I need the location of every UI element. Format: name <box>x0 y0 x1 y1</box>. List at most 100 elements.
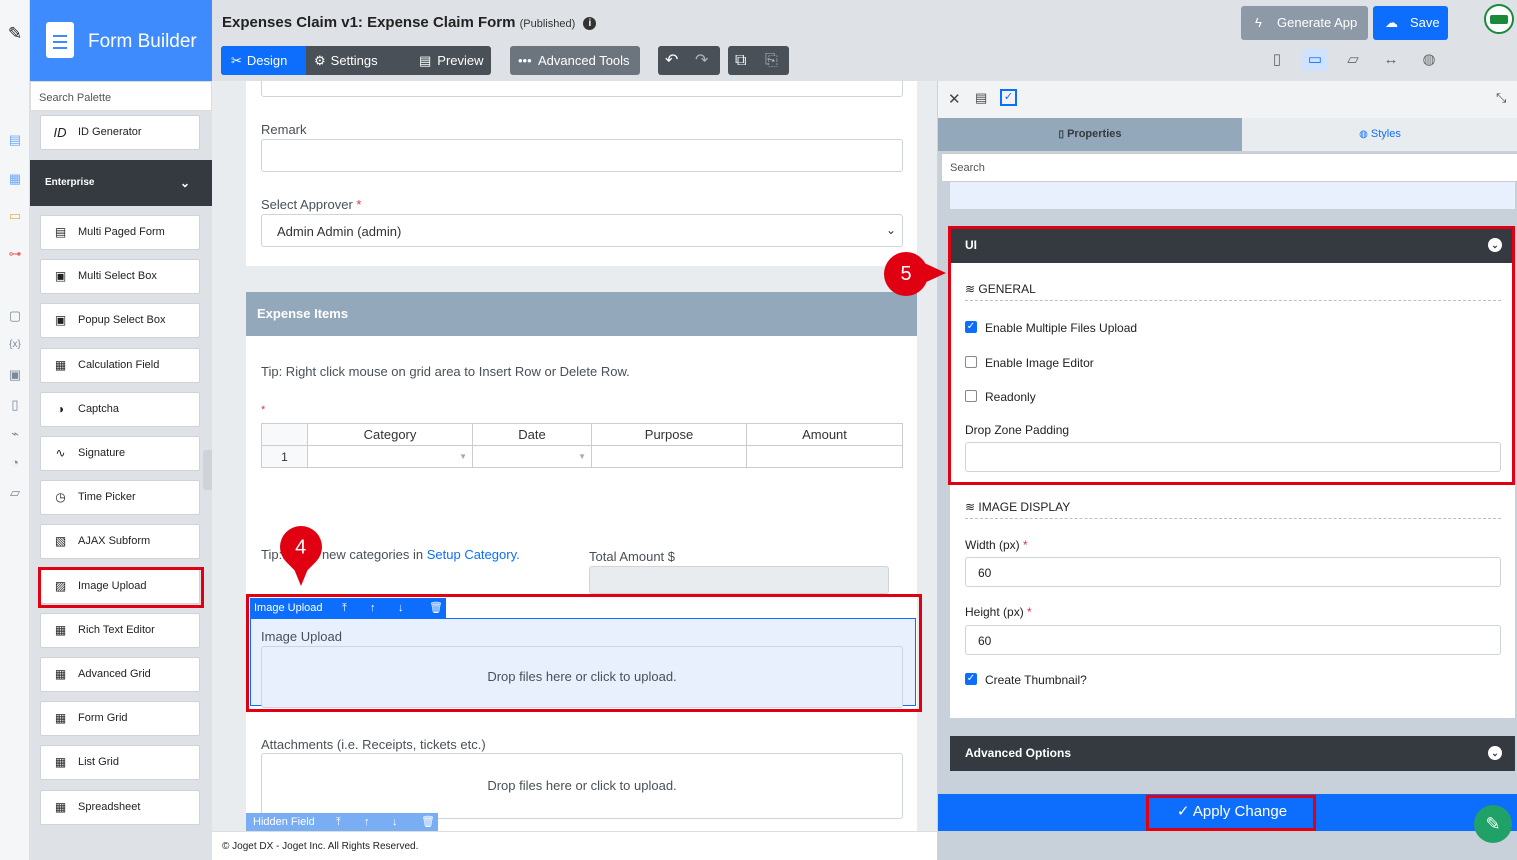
palette-item-list-grid[interactable]: ▦ List Grid <box>40 745 200 781</box>
captcha-icon: ◑ <box>56 401 65 416</box>
expense-grid[interactable]: Category Date Purpose Amount 1 ▼ ▼ <box>261 423 903 468</box>
total-amount-label: Total Amount $ <box>589 549 675 564</box>
popup-select-box-icon: ▣ <box>54 313 67 328</box>
clipboard-buttons: ⧉ ⎘ <box>728 46 789 75</box>
palette-item-popup-select-box[interactable]: ▣ Popup Select Box <box>40 303 200 339</box>
edit-icon[interactable]: ✎ <box>7 25 23 42</box>
palette-item-signature[interactable]: ∿ Signature <box>40 436 200 471</box>
advanced-tools-button[interactable]: ••• Advanced Tools <box>510 46 640 75</box>
category-enterprise[interactable]: Enterprise ⌄ <box>30 160 212 206</box>
grid-cell-date[interactable]: ▼ <box>472 445 592 468</box>
move-down-icon[interactable]: ↓ <box>392 813 398 831</box>
form-title-text: Expenses Claim v1: Expense Claim Form <box>222 14 516 31</box>
userview-icon[interactable]: ▭ <box>7 209 23 223</box>
compress-icon[interactable]: ⤡ <box>1496 90 1506 106</box>
palette-item-label: Multi Select Box <box>78 270 157 283</box>
palette-item-advanced-grid[interactable]: ▦ Advanced Grid <box>40 657 200 692</box>
document-icon[interactable]: ▯ <box>7 398 23 412</box>
tab-design[interactable]: ✂ Design <box>221 46 306 75</box>
process-icon[interactable]: ⊶ <box>7 247 23 261</box>
palette-item-label: Signature <box>78 447 126 459</box>
avatar[interactable] <box>1484 4 1514 34</box>
rich-text-editor-icon: ▦ <box>54 622 67 637</box>
mobile-icon[interactable]: ▯ <box>1264 49 1290 71</box>
note-icon[interactable]: ▢ <box>7 309 23 323</box>
palette-item-captcha[interactable]: ◑ Captcha <box>40 391 200 427</box>
palette-icon: ◍ <box>1359 129 1368 140</box>
tablet-icon[interactable]: ▭ <box>1302 49 1328 71</box>
save-button[interactable]: ☁ Save <box>1373 6 1448 40</box>
expand-horizontal-icon[interactable]: ↔ <box>1378 49 1404 71</box>
advanced-tools-label: Advanced Tools <box>538 53 630 68</box>
height-input[interactable]: 60 <box>965 625 1501 655</box>
grid-cell-category[interactable]: ▼ <box>307 445 473 468</box>
grid-cell-purpose[interactable] <box>591 445 747 468</box>
pencil-icon[interactable]: ✎ <box>1474 805 1512 843</box>
list-icon[interactable]: ▤ <box>975 90 987 106</box>
width-input[interactable]: 60 <box>965 557 1501 587</box>
datalist-icon[interactable]: ▦ <box>7 172 23 186</box>
chevron-down-icon: ⌄ <box>885 223 896 237</box>
palette-item-time-picker[interactable]: ◷ Time Picker <box>40 480 200 516</box>
advanced-options-section: Advanced Options ⌄ <box>950 736 1515 771</box>
image-display-group-title: ≋ IMAGE DISPLAY <box>965 500 1070 514</box>
approver-select[interactable]: Admin Admin (admin) ⌄ <box>261 214 903 247</box>
create-thumbnail-label: Create Thumbnail? <box>985 673 1087 687</box>
copy-icon[interactable]: ⧉ <box>735 46 746 75</box>
gear-icon: ⚙ <box>314 53 326 68</box>
palette-search-input[interactable]: Search Palette <box>30 81 212 111</box>
palette-item-multi-paged-form[interactable]: ▤ Multi Paged Form <box>40 215 200 250</box>
tab-label: Settings <box>330 53 378 68</box>
setup-category-link[interactable]: Setup Category. <box>427 547 520 562</box>
checkbox-icon[interactable]: ✓ <box>1000 89 1017 106</box>
variable-icon[interactable]: {x} <box>7 338 23 352</box>
delete-icon[interactable]: 🗑 <box>421 813 435 831</box>
palette-item-ajax-subform[interactable]: ▧ AJAX Subform <box>40 524 200 560</box>
form-icon[interactable]: ▤ <box>7 133 23 147</box>
tab-settings[interactable]: ⚙ Settings <box>314 46 378 75</box>
palette-item-rich-text-editor[interactable]: ▦ Rich Text Editor <box>40 612 200 648</box>
palette-item-form-grid[interactable]: ▦ Form Grid <box>40 701 200 737</box>
attachments-dropzone[interactable]: Drop files here or click to upload. <box>261 753 903 819</box>
info-icon[interactable]: i <box>583 17 597 30</box>
cloud-upload-icon: ☁ <box>1385 15 1398 30</box>
remark-input[interactable] <box>261 139 903 172</box>
resource-icon[interactable]: ▣ <box>7 368 23 382</box>
advanced-options-header[interactable]: Advanced Options ⌄ <box>950 736 1515 771</box>
move-up-icon[interactable]: ↑ <box>364 813 370 831</box>
performance-icon[interactable]: ◔ <box>7 456 23 470</box>
export-icon[interactable]: ▱ <box>7 486 23 500</box>
category-tip-middle: new categories in <box>321 547 424 562</box>
marker-5-pointer <box>922 262 946 284</box>
paste-icon[interactable]: ⎘ <box>765 46 778 75</box>
history-buttons: ↶ ↷ <box>658 46 720 75</box>
move-top-icon[interactable]: ⤒ <box>336 813 341 831</box>
undo-icon[interactable]: ↶ <box>665 46 678 75</box>
palette-item-id-generator[interactable]: ID ID Generator <box>40 115 200 150</box>
hidden-field-label: Hidden Field <box>253 816 315 828</box>
approver-value: Admin Admin (admin) <box>277 224 402 239</box>
hidden-field-toolbar: Hidden Field ⤒ ↑ ↓ 🗑 <box>246 813 438 831</box>
properties-search-input[interactable]: Search <box>941 153 1517 182</box>
tab-properties[interactable]: ▯ Properties <box>938 118 1242 151</box>
redo-icon[interactable]: ↷ <box>695 46 708 75</box>
palette-item-multi-select-box[interactable]: ▣ Multi Select Box <box>40 259 200 295</box>
palette-item-spreadsheet[interactable]: ▦ Spreadsheet <box>40 789 200 825</box>
palette-collapse-handle[interactable] <box>203 450 212 490</box>
create-thumbnail-checkbox[interactable]: ✓ <box>965 673 977 685</box>
generate-app-label: Generate App <box>1277 15 1358 30</box>
previous-field-input[interactable] <box>261 81 903 97</box>
height-label: Height (px) * <box>965 605 1032 619</box>
generate-app-button[interactable]: ϟ Generate App <box>1241 6 1368 40</box>
palette-item-calculation-field[interactable]: ▦ Calculation Field <box>40 347 200 383</box>
tab-preview[interactable]: ▤ Preview <box>419 46 484 75</box>
close-icon[interactable]: ✕ <box>948 90 961 108</box>
form-card: Remark Select Approver * Admin Admin (ad… <box>246 81 917 831</box>
tab-styles[interactable]: ◍ Styles <box>1242 118 1517 151</box>
palette-icon[interactable]: ◍ <box>1416 49 1442 71</box>
grid-cell-amount[interactable] <box>746 445 903 468</box>
plugin-icon[interactable]: ⌁ <box>7 427 23 441</box>
grid-row-number: 1 <box>261 445 308 468</box>
form-status: (Published) <box>519 18 576 30</box>
laptop-icon[interactable]: ▱ <box>1340 49 1366 71</box>
